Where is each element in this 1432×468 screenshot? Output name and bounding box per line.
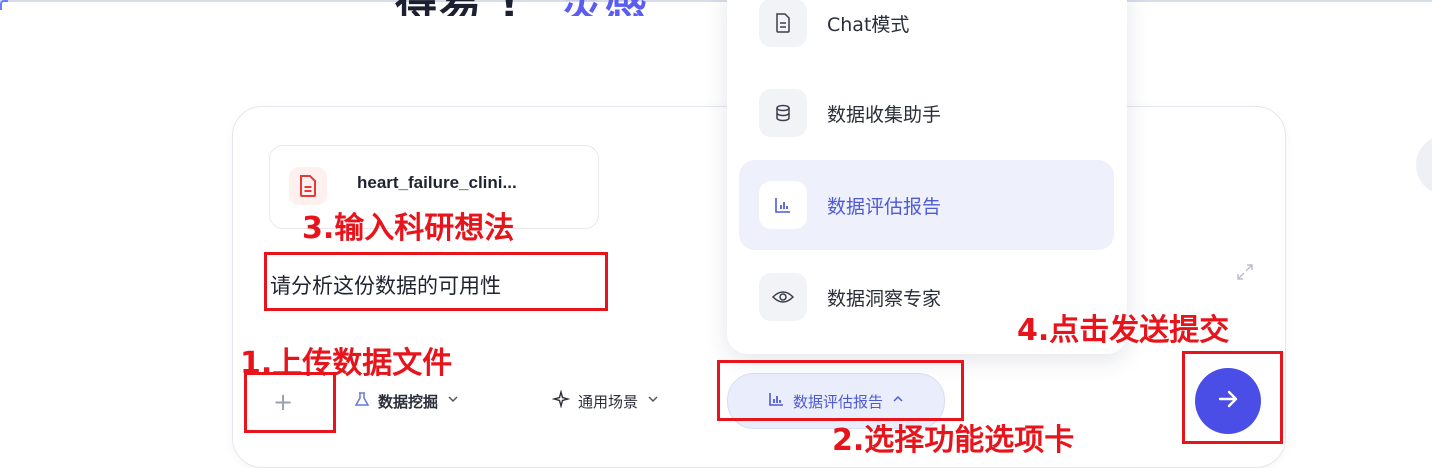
annotation-step1: 1.上传数据文件: [240, 346, 453, 381]
mining-mode-button[interactable]: 数据挖掘: [354, 384, 460, 418]
top-left-corner: [0, 0, 8, 10]
mining-label: 数据挖掘: [378, 392, 439, 411]
page-heading: 得易 !灵感: [395, 0, 649, 16]
menu-item-data-evaluation[interactable]: 数据评估报告: [739, 160, 1114, 250]
document-icon: [759, 0, 807, 47]
database-icon: [759, 89, 807, 137]
document-icon: [289, 167, 327, 205]
annotation-box-send: [1182, 351, 1283, 444]
menu-item-label: 数据评估报告: [827, 195, 942, 218]
chevron-down-icon: [446, 392, 460, 410]
scene-label: 通用场景: [578, 392, 639, 411]
file-name: heart_failure_clini...: [357, 173, 517, 192]
expand-icon[interactable]: [1235, 262, 1255, 282]
annotation-box-input: [264, 252, 608, 311]
menu-item-label: 数据收集助手: [827, 103, 942, 126]
menu-item-chat[interactable]: Chat模式: [739, 0, 1114, 68]
menu-item-label: Chat模式: [827, 13, 910, 36]
annotation-step4: 4.点击发送提交: [1017, 313, 1230, 348]
bar-chart-icon: [759, 181, 807, 229]
sparkle-icon: [551, 389, 571, 412]
top-border: [0, 0, 1432, 2]
annotation-step2: 2.选择功能选项卡: [832, 423, 1075, 458]
annotation-box-function: [717, 360, 964, 421]
annotation-step3: 3.输入科研想法: [302, 211, 515, 246]
menu-item-label: 数据洞察专家: [827, 287, 942, 310]
flask-icon: [354, 391, 370, 411]
chevron-down-icon: [646, 392, 660, 410]
menu-item-data-collection[interactable]: 数据收集助手: [739, 68, 1114, 158]
side-panel-edge: [1416, 135, 1432, 195]
eye-icon: [759, 273, 807, 321]
scene-selector-button[interactable]: 通用场景: [551, 384, 660, 418]
